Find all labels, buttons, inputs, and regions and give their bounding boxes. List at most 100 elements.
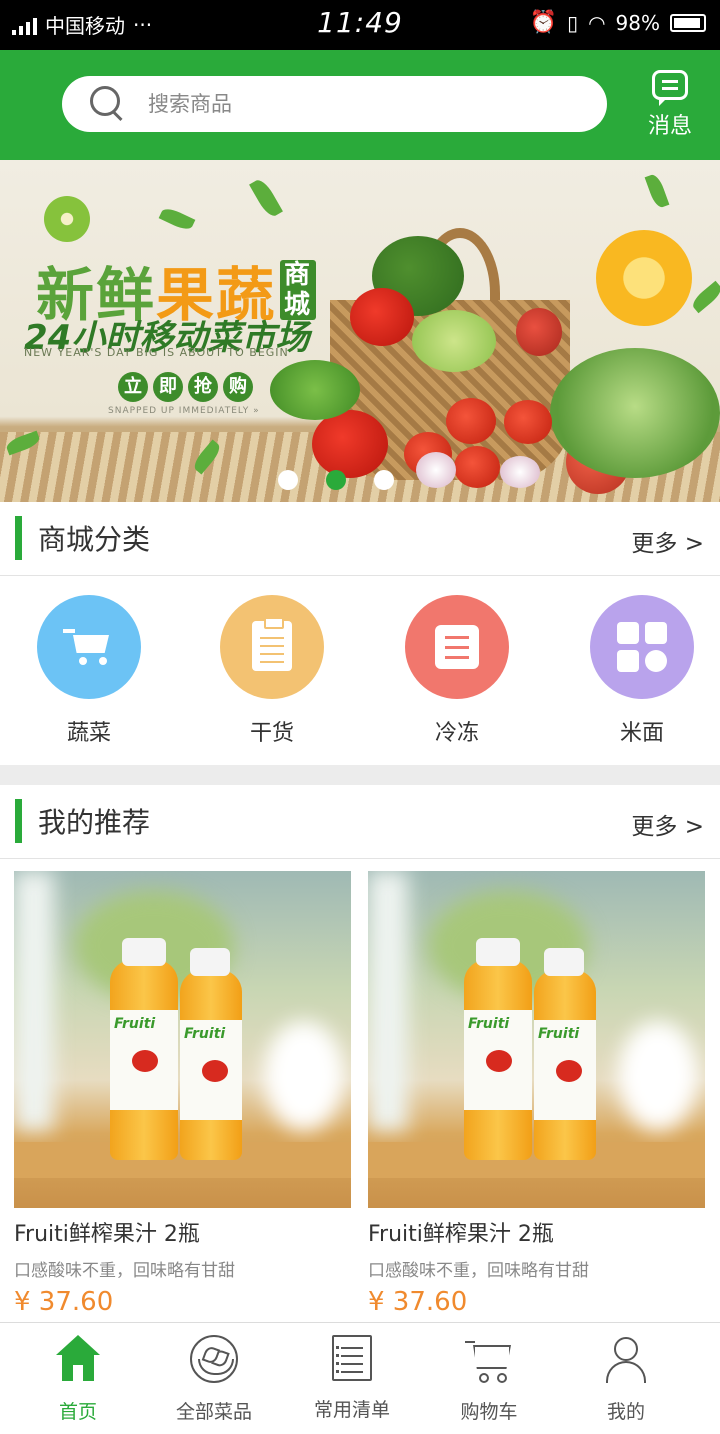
bottle-brand: Fruiti <box>538 1026 580 1042</box>
tab-all-dishes[interactable]: 全部菜品 <box>154 1335 274 1424</box>
bottle-brand: Fruiti <box>184 1026 226 1042</box>
cabbage-graphic <box>550 348 720 478</box>
tab-common-list[interactable]: 常用清单 <box>292 1335 412 1422</box>
tab-label: 全部菜品 <box>175 1401 252 1423</box>
home-icon <box>54 1335 102 1383</box>
leaf-graphic <box>249 176 283 220</box>
tab-home[interactable]: 首页 <box>18 1335 138 1424</box>
bowl-icon <box>190 1335 238 1383</box>
message-icon <box>652 70 688 106</box>
cta-char: 购 <box>223 372 253 402</box>
pagination-dot[interactable] <box>278 470 298 490</box>
pagination-dot[interactable] <box>374 470 394 490</box>
orange-slice-graphic <box>596 230 692 326</box>
juice-bottle-graphic: Fruiti <box>180 948 242 1160</box>
product-name: Fruiti鲜榨果汁 2瓶 <box>14 1222 200 1247</box>
section-accent-bar <box>15 516 22 560</box>
product-description: 口感酸味不重，回味略有甘甜 <box>368 1261 589 1281</box>
category-icon-circle <box>37 595 141 699</box>
promo-banner[interactable]: 新鲜 果蔬 商城 24小时移动菜市场 NEW YEAR'S DAY BIG IS… <box>0 160 720 502</box>
status-right: ⏰ ▯ ◠ 98% <box>530 10 706 35</box>
product-card[interactable]: Fruiti Fruiti Fruiti鲜榨果汁 2瓶 口感酸味不重，回味略有甘… <box>368 871 705 1317</box>
search-icon <box>90 86 126 122</box>
cta-char: 抢 <box>188 372 218 402</box>
battery-icon <box>670 13 706 32</box>
tomato-graphic <box>446 398 496 444</box>
recommend-more-link[interactable]: 更多 > <box>631 807 704 841</box>
leaf-graphic <box>158 205 196 233</box>
category-more-link[interactable]: 更多 > <box>631 524 704 558</box>
category-dry-goods[interactable]: 干货 <box>220 595 324 747</box>
category-frozen[interactable]: 冷冻 <box>405 595 509 747</box>
tab-label: 常用清单 <box>313 1399 390 1421</box>
alarm-icon: ⏰ <box>529 10 558 35</box>
wifi-icon: ◠ <box>588 10 606 35</box>
category-label: 米面 <box>619 721 664 746</box>
section-accent-bar <box>15 799 22 843</box>
product-description: 口感酸味不重，回味略有甘甜 <box>14 1261 235 1281</box>
category-icon-circle <box>405 595 509 699</box>
pepper-graphic <box>312 410 388 478</box>
bottle-brand: Fruiti <box>114 1016 156 1032</box>
category-grid: 蔬菜 干货 冷冻 米面 <box>0 577 720 765</box>
section-divider <box>0 765 720 785</box>
tab-label: 首页 <box>58 1401 97 1423</box>
category-icon-circle <box>220 595 324 699</box>
bottom-tab-bar: 首页 全部菜品 常用清单 购物车 我的 <box>0 1322 720 1434</box>
category-icon-circle <box>590 595 694 699</box>
product-image: Fruiti Fruiti <box>14 871 351 1208</box>
leaf-graphic <box>689 280 720 314</box>
tomato-graphic <box>504 400 552 444</box>
category-label: 蔬菜 <box>66 721 111 746</box>
juice-bottle-graphic: Fruiti <box>110 938 178 1160</box>
message-button[interactable]: 消息 <box>642 70 698 140</box>
category-label: 干货 <box>249 721 294 746</box>
cta-char: 即 <box>153 372 183 402</box>
clipboard-icon <box>252 617 292 671</box>
product-card[interactable]: Fruiti Fruiti Fruiti鲜榨果汁 2瓶 口感酸味不重，回味略有甘… <box>14 871 351 1317</box>
search-input[interactable] <box>148 92 568 116</box>
tab-label: 我的 <box>606 1401 645 1423</box>
banner-cta[interactable]: 立 即 抢 购 <box>118 372 253 402</box>
banner-pagination <box>278 470 394 490</box>
category-vegetables[interactable]: 蔬菜 <box>37 595 141 747</box>
cta-char: 立 <box>118 372 148 402</box>
juice-bottle-graphic: Fruiti <box>534 948 596 1160</box>
herb-graphic <box>270 360 360 420</box>
tab-cart[interactable]: 购物车 <box>429 1335 549 1424</box>
kiwi-graphic <box>44 196 90 242</box>
list-icon <box>332 1335 372 1381</box>
category-section-header: 商城分类 更多 > <box>0 502 720 576</box>
tab-profile[interactable]: 我的 <box>566 1335 686 1424</box>
category-rice-noodles[interactable]: 米面 <box>590 595 694 747</box>
product-image: Fruiti Fruiti <box>368 871 705 1208</box>
tab-label: 购物车 <box>460 1401 518 1423</box>
user-icon <box>602 1335 650 1383</box>
battery-percent: 98% <box>615 10 660 35</box>
pagination-dot[interactable] <box>326 470 346 490</box>
grid-icon <box>617 622 667 672</box>
banner-cta-english: SNAPPED UP IMMEDIATELY » <box>108 406 260 416</box>
vibrate-icon: ▯ <box>567 10 579 35</box>
product-price: ¥ 37.60 <box>14 1287 114 1317</box>
cabbage-graphic <box>412 310 496 372</box>
product-name: Fruiti鲜榨果汁 2瓶 <box>368 1222 554 1247</box>
bottle-brand: Fruiti <box>468 1016 510 1032</box>
category-label: 冷冻 <box>434 721 479 746</box>
category-section-title: 商城分类 <box>38 523 151 556</box>
cart-icon <box>465 1335 513 1383</box>
onion-graphic <box>416 452 456 488</box>
top-header: 消息 <box>0 50 720 160</box>
recommend-section-title: 我的推荐 <box>38 806 151 839</box>
apple-graphic <box>516 308 562 356</box>
message-label: 消息 <box>647 114 692 139</box>
list-icon <box>435 625 479 669</box>
banner-english-line: NEW YEAR'S DAY BIG IS ABOUT TO BEGIN <box>24 346 289 359</box>
juice-bottle-graphic: Fruiti <box>464 938 532 1160</box>
cart-icon <box>63 625 113 665</box>
status-bar: 中国移动 ··· 11:49 ⏰ ▯ ◠ 98% <box>0 0 720 50</box>
pepper-graphic <box>350 288 414 346</box>
product-price: ¥ 37.60 <box>368 1287 468 1317</box>
search-bar[interactable] <box>62 76 607 132</box>
tomato-graphic <box>454 446 500 488</box>
